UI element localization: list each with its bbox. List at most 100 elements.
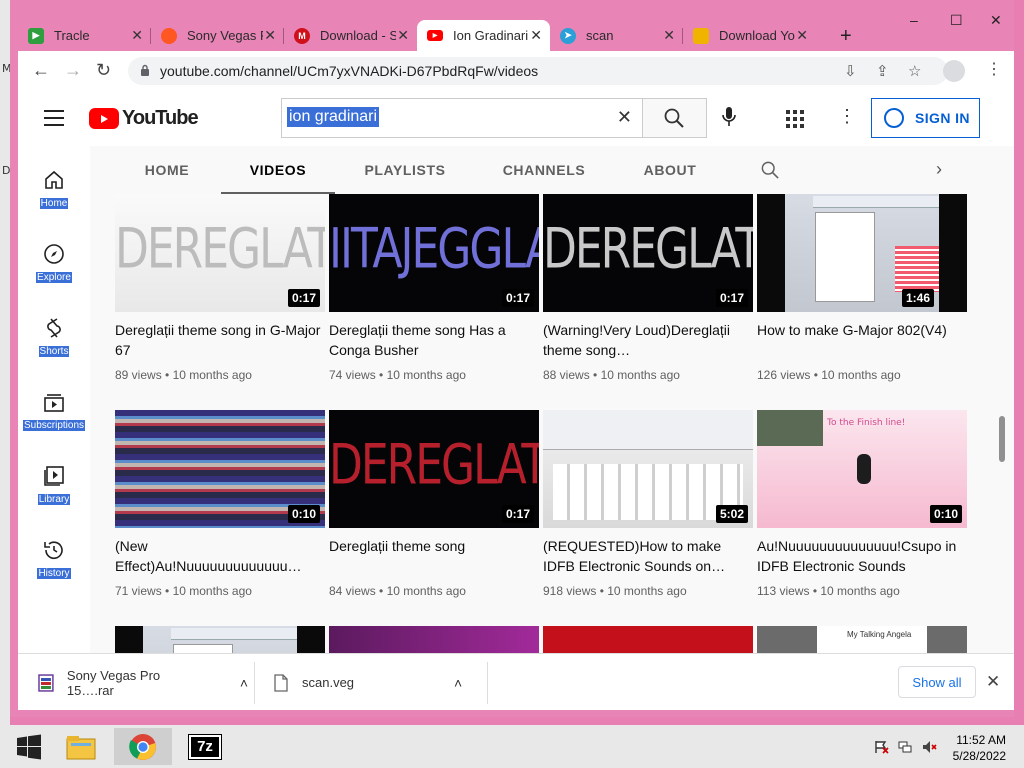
tab-ion-gradinari[interactable]: ▶ Ion Gradinari ✕: [417, 20, 550, 51]
video-thumbnail[interactable]: To the Finish line! 0:10: [757, 410, 967, 528]
back-arrow-icon[interactable]: ←: [32, 60, 50, 81]
settings-menu-icon[interactable]: ⋮: [838, 106, 856, 127]
sign-in-button[interactable]: SIGN IN: [871, 98, 980, 138]
profile-avatar-icon[interactable]: [943, 60, 965, 82]
tab-tracle[interactable]: ▶ Tracle ✕: [18, 20, 151, 51]
video-thumbnail[interactable]: DEREGLATII 0:17: [543, 194, 753, 312]
video-card[interactable]: 5:02 (REQUESTED)How to make IDFB Electron…: [543, 410, 753, 598]
video-card[interactable]: DEREGLATII 0:17 Dereglații theme song 84 vi…: [329, 410, 539, 598]
tab-home[interactable]: HOME: [134, 146, 200, 194]
sidebar-item-history[interactable]: History: [18, 538, 90, 581]
sidebar-item-explore[interactable]: Explore: [18, 242, 90, 285]
video-title[interactable]: Dereglații theme song in G-Major 67: [115, 320, 325, 360]
video-card[interactable]: 0:10 (New Effect)Au!Nuuuuuuuuuuuuu… 71 vie…: [115, 410, 325, 598]
show-all-button[interactable]: Show all: [898, 666, 976, 698]
close-download-bar-icon[interactable]: ✕: [986, 672, 1000, 692]
speaker-muted-icon[interactable]: [922, 740, 937, 754]
tab-videos[interactable]: VIDEOS: [221, 146, 335, 194]
sidebar-item-library[interactable]: Library: [18, 464, 90, 507]
forward-arrow-icon[interactable]: →: [64, 60, 82, 81]
video-thumbnail[interactable]: [329, 626, 539, 653]
close-icon[interactable]: ✕: [530, 27, 542, 44]
video-thumbnail[interactable]: IITAJEGGLATII 0:17: [329, 194, 539, 312]
chevron-up-icon[interactable]: ˄: [454, 675, 462, 691]
youtube-icon: ▶: [427, 30, 443, 41]
download-item-veg[interactable]: scan.veg ˄: [274, 654, 484, 711]
tab-sony-vegas[interactable]: Sony Vegas Pro 15 ✕: [151, 20, 284, 51]
download-item-rar[interactable]: Sony Vegas Pro 15….rar ˄: [38, 654, 248, 711]
browser-toolbar: ← → ↻ youtube.com/channel/UCm7yxVNADKi-D…: [18, 51, 1014, 90]
video-thumbnail[interactable]: 0:10: [115, 410, 325, 528]
apps-grid-icon[interactable]: [786, 110, 804, 128]
share-icon[interactable]: ⇪: [876, 62, 889, 80]
tab-playlists[interactable]: PLAYLISTS: [360, 146, 450, 194]
microphone-icon[interactable]: [721, 106, 737, 128]
video-card[interactable]: IITAJEGGLATII 0:17 Dereglații theme song H…: [329, 194, 539, 382]
video-thumbnail[interactable]: [543, 626, 753, 653]
scrollbar-thumb[interactable]: [999, 416, 1005, 462]
windows-start-icon[interactable]: [0, 728, 58, 765]
video-card[interactable]: [543, 626, 753, 653]
reload-icon[interactable]: ↻: [96, 60, 111, 81]
video-thumbnail[interactable]: [115, 626, 325, 653]
close-icon[interactable]: ✕: [397, 27, 409, 44]
video-title[interactable]: (Warning!Very Loud)Dereglații theme song…: [543, 320, 753, 360]
close-icon[interactable]: ✕: [264, 27, 276, 44]
video-title[interactable]: Dereglații theme song: [329, 536, 539, 576]
video-thumbnail[interactable]: 1:46: [757, 194, 967, 312]
search-button[interactable]: [643, 98, 707, 138]
chevron-up-icon[interactable]: ˄: [240, 675, 248, 691]
video-thumbnail[interactable]: My Talking Angela: [757, 626, 967, 653]
sidebar-item-home[interactable]: Home: [18, 168, 90, 211]
video-card[interactable]: DEREGLATII 0:17 (Warning!Very Loud)Deregla…: [543, 194, 753, 382]
maximize-button[interactable]: ☐: [950, 12, 963, 29]
video-thumbnail[interactable]: DEREGLATII 0:17: [329, 410, 539, 528]
tab-about[interactable]: ABOUT: [640, 146, 700, 194]
address-bar[interactable]: youtube.com/channel/UCm7yxVNADKi-D67PbdR…: [128, 57, 948, 85]
action-center-flag-icon[interactable]: [874, 740, 889, 754]
close-window-button[interactable]: ✕: [990, 12, 1002, 29]
tab-channels[interactable]: CHANNELS: [499, 146, 589, 194]
video-card[interactable]: [329, 626, 539, 653]
video-title[interactable]: (REQUESTED)How to make IDFB Electronic S…: [543, 536, 753, 576]
sidebar-label: Library: [37, 494, 71, 505]
video-card[interactable]: DEREGLATII 0:17 Dereglații theme song in G…: [115, 194, 325, 382]
download-filename: Sony Vegas Pro 15….rar: [66, 667, 161, 698]
close-icon[interactable]: ✕: [796, 27, 808, 44]
video-title[interactable]: (New Effect)Au!Nuuuuuuuuuuuuu…: [115, 536, 325, 576]
close-icon[interactable]: ✕: [131, 27, 143, 44]
channel-search-icon[interactable]: [761, 161, 779, 179]
tab-download-youtube[interactable]: Download YouTube ✕: [683, 20, 816, 51]
bookmark-star-icon[interactable]: ☆: [908, 62, 921, 80]
video-card[interactable]: To the Finish line! 0:10 Au!Nuuuuuuuuuuuuu…: [757, 410, 967, 598]
video-card[interactable]: My Talking Angela: [757, 626, 967, 653]
sidebar-item-subscriptions[interactable]: Subscriptions: [18, 390, 90, 433]
video-card[interactable]: 1:46 How to make G-Major 802(V4) 126 views…: [757, 194, 967, 382]
file-explorer-icon[interactable]: [52, 728, 110, 765]
video-title[interactable]: Au!Nuuuuuuuuuuuuuu!Csupo in IDFB Electro…: [757, 536, 967, 576]
minimize-button[interactable]: –: [910, 12, 918, 28]
video-thumbnail[interactable]: DEREGLATII 0:17: [115, 194, 325, 312]
browser-menu-icon[interactable]: ⋮: [986, 59, 1002, 79]
close-icon[interactable]: ✕: [663, 27, 675, 44]
youtube-logo[interactable]: YouTube: [89, 107, 199, 130]
menu-icon[interactable]: [44, 110, 64, 126]
network-icon[interactable]: [898, 740, 913, 754]
sidebar-item-shorts[interactable]: Shorts: [18, 316, 90, 359]
search-input[interactable]: ion gradinari ✕: [281, 98, 643, 138]
video-title[interactable]: How to make G-Major 802(V4): [757, 320, 967, 360]
7zip-icon[interactable]: 7z: [176, 728, 234, 765]
video-card[interactable]: [115, 626, 325, 653]
chrome-icon[interactable]: [114, 728, 172, 765]
new-tab-button[interactable]: +: [840, 25, 852, 48]
upload-age: 10 months ago: [820, 584, 900, 598]
video-title[interactable]: Dereglații theme song Has a Conga Busher: [329, 320, 539, 360]
sign-in-label: SIGN IN: [915, 110, 970, 126]
clear-search-icon[interactable]: ✕: [617, 107, 632, 128]
tab-scan[interactable]: ➤ scan ✕: [550, 20, 683, 51]
install-icon[interactable]: ⇩: [844, 62, 857, 80]
tab-download-sony[interactable]: M Download - Sony ✕: [284, 20, 417, 51]
chevron-right-icon[interactable]: ›: [936, 159, 942, 180]
system-clock[interactable]: 11:52 AM 5/28/2022: [953, 732, 1006, 764]
video-thumbnail[interactable]: 5:02: [543, 410, 753, 528]
